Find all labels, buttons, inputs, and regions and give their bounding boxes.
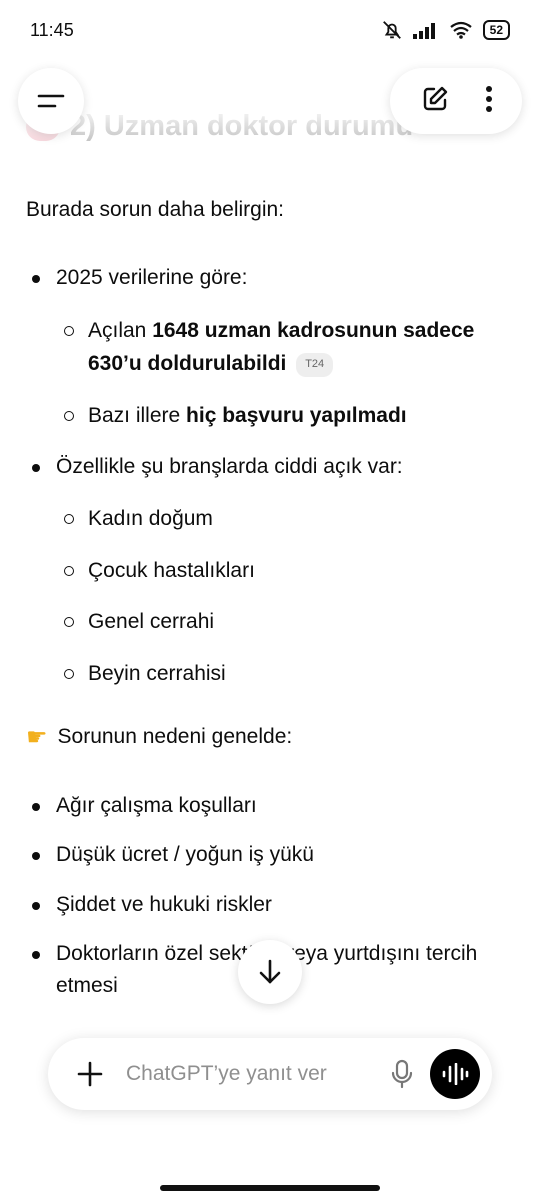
message-input[interactable]: ChatGPT’ye yanıt ver [126, 1062, 384, 1086]
bullet-text: Özellikle şu branşlarda ciddi açık var: [56, 454, 403, 478]
add-attachment-button[interactable] [72, 1056, 108, 1092]
list-item: 2025 verilerine göre: Açılan 1648 uzman … [26, 262, 514, 432]
status-time: 11:45 [30, 19, 74, 40]
message-composer: ChatGPT’ye yanıt ver [48, 1038, 492, 1110]
reason-intro-text: Sorunun nedeni genelde: [57, 725, 293, 749]
citation-badge[interactable]: T24 [296, 353, 334, 377]
list-item: Çocuk hastalıkları [56, 554, 514, 588]
status-icons: 52 [381, 19, 510, 41]
main-bullet-list: 2025 verilerine göre: Açılan 1648 uzman … [26, 262, 514, 690]
voice-wave-icon [442, 1063, 469, 1085]
menu-button[interactable] [18, 68, 84, 134]
list-item: Beyin cerrahisi [56, 657, 514, 691]
bold-text: hiç başvuru yapılmadı [186, 404, 407, 428]
home-indicator[interactable] [160, 1185, 380, 1191]
bullet-text: Bazı illere [88, 404, 187, 428]
mute-bell-icon [382, 21, 401, 39]
arrow-down-icon [259, 959, 281, 984]
pointing-hand-icon: ☛ [26, 723, 48, 751]
battery-indicator: 52 [482, 20, 510, 40]
list-item: Bazı illere hiç başvuru yapılmadı [56, 399, 514, 433]
plus-icon [77, 1061, 103, 1087]
signal-icon [412, 23, 435, 39]
list-item: Ağır çalışma koşulları [26, 790, 514, 822]
dictate-button[interactable] [384, 1056, 420, 1092]
list-item: Özellikle şu branşlarda ciddi açık var: … [26, 451, 514, 691]
intro-text: Burada sorun daha belirgin: [26, 198, 285, 221]
list-item: Açılan 1648 uzman kadrosunun sadece 630’… [56, 314, 514, 381]
more-options-button[interactable] [485, 85, 493, 118]
top-actions [390, 68, 522, 134]
wifi-icon [449, 21, 472, 39]
sub-bullet-list: Açılan 1648 uzman kadrosunun sadece 630’… [56, 314, 514, 433]
scroll-to-bottom-button[interactable] [238, 940, 302, 1004]
voice-mode-button[interactable] [430, 1049, 480, 1099]
chart-emoji-icon [26, 1159, 56, 1190]
list-item: Şiddet ve hukuki riskler [26, 889, 514, 921]
microphone-icon [391, 1059, 413, 1089]
sub-bullet-list: Kadın doğum Çocuk hastalıkları Genel cer… [56, 502, 514, 690]
list-item: Düşük ücret / yoğun iş yükü [26, 839, 514, 871]
bullet-text: 2025 verilerine göre: [56, 266, 248, 290]
top-bar [18, 68, 522, 134]
list-item: Kadın doğum [56, 502, 514, 536]
assistant-message: 2) Uzman doktor durumu Burada sorun daha… [0, 100, 540, 1200]
status-bar: 11:45 52 [0, 0, 540, 60]
more-vertical-icon [485, 85, 492, 112]
bullet-text: Açılan [88, 318, 153, 342]
edit-icon [423, 86, 447, 110]
list-item: Genel cerrahi [56, 605, 514, 639]
menu-icon [37, 94, 65, 108]
reason-intro: ☛ Sorunun nedeni genelde: [26, 723, 514, 752]
new-chat-button[interactable] [420, 84, 450, 119]
